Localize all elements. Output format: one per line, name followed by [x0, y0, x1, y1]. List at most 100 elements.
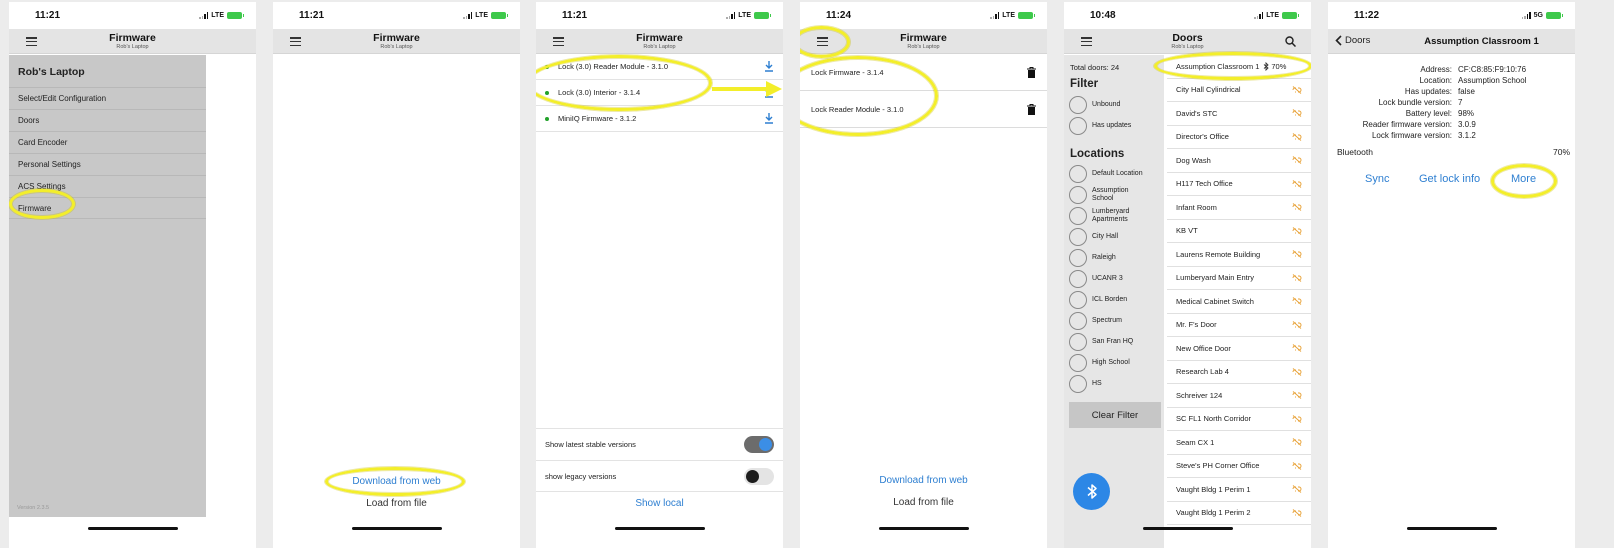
phone-menu: 11:21 LTE Firmware Rob's Laptop Rob's La… — [9, 2, 256, 548]
back-button[interactable]: Doors — [1335, 35, 1370, 46]
door-row-first[interactable]: Assumption Classroom 1 70% — [1167, 55, 1311, 79]
door-row[interactable]: Medical Cabinet Switch — [1167, 290, 1311, 314]
door-row[interactable]: David's STC — [1167, 102, 1311, 126]
door-row[interactable]: SC FL1 North Corridor — [1167, 408, 1311, 431]
location-option[interactable]: Raleigh — [1069, 249, 1144, 267]
load-from-file-button[interactable]: Load from file — [273, 498, 520, 509]
info-row: Battery level: 98% — [1328, 108, 1575, 119]
door-row[interactable]: Research Lab 4 — [1167, 361, 1311, 384]
door-row[interactable]: Mr. F's Door — [1167, 314, 1311, 337]
status-bar: 11:21 LTE — [536, 2, 783, 29]
phone-door-detail: 11:22 5G Doors Assumption Classroom 1 Ad… — [1328, 2, 1575, 548]
location-option[interactable]: UCANR 3 — [1069, 270, 1144, 288]
location-label: San Fran HQ — [1092, 337, 1134, 345]
menu-item-personal-settings[interactable]: Personal Settings — [9, 153, 206, 175]
door-row[interactable]: Steve's PH Corner Office — [1167, 455, 1311, 478]
network-label: LTE — [738, 12, 751, 19]
door-row[interactable]: Infant Room — [1167, 196, 1311, 220]
door-row[interactable]: New Office Door — [1167, 337, 1311, 361]
more-button[interactable]: More — [1511, 173, 1536, 185]
location-option[interactable]: HS — [1069, 375, 1144, 393]
door-row[interactable]: Vaught Bldg 1 Perim 1 — [1167, 478, 1311, 502]
status-bar: 11:21 LTE — [9, 2, 256, 29]
battery-icon — [754, 12, 771, 19]
load-from-file-button[interactable]: Load from file — [800, 497, 1047, 508]
door-row[interactable]: Laurens Remote Building — [1167, 243, 1311, 267]
door-row[interactable]: City Hall Cylindrical — [1167, 79, 1311, 102]
status-icons: LTE — [726, 12, 771, 19]
bluetooth-row: Bluetooth 70% — [1337, 147, 1570, 157]
side-menu: Rob's Laptop Select/Edit Configuration D… — [9, 55, 206, 517]
menu-item-doors[interactable]: Doors — [9, 109, 206, 131]
nav-title: Firmware — [636, 32, 683, 44]
search-icon[interactable] — [1285, 36, 1296, 47]
show-local-link[interactable]: Show local — [536, 498, 783, 509]
door-name: Vaught Bldg 1 Perim 1 — [1176, 484, 1251, 494]
location-option[interactable]: Lumberyard Apartments — [1069, 207, 1144, 225]
location-option[interactable]: Spectrum — [1069, 312, 1144, 330]
get-lock-info-button[interactable]: Get lock info — [1419, 173, 1480, 185]
download-from-web-link[interactable]: Download from web — [273, 476, 520, 487]
firmware-item[interactable]: MiniIQ Firmware - 3.1.2 — [536, 106, 783, 132]
signal-icon — [199, 12, 209, 19]
lock-firmware-item[interactable]: Lock Firmware - 3.1.4 — [800, 54, 1047, 91]
door-row[interactable]: Dog Wash — [1167, 149, 1311, 173]
door-row[interactable]: Schreiver 124 — [1167, 384, 1311, 408]
door-row[interactable]: Seam CX 1 — [1167, 431, 1311, 455]
location-option[interactable]: Assumption School — [1069, 186, 1144, 204]
location-option[interactable]: High School — [1069, 354, 1144, 372]
radio-circle — [1069, 228, 1087, 246]
menu-item-card-encoder[interactable]: Card Encoder — [9, 131, 206, 153]
radio-circle — [1069, 117, 1087, 135]
info-label: Lock firmware version: — [1371, 131, 1452, 140]
menu-item-acs-settings[interactable]: ACS Settings — [9, 175, 206, 197]
radio-circle — [1069, 186, 1087, 204]
door-row[interactable]: Director's Office — [1167, 126, 1311, 149]
filter-option-has-updates[interactable]: Has updates — [1069, 117, 1131, 135]
radio-circle — [1069, 354, 1087, 372]
legacy-versions-toggle[interactable] — [744, 467, 774, 485]
home-indicator — [878, 527, 969, 530]
download-icon[interactable] — [764, 113, 774, 124]
signal-icon — [463, 12, 473, 19]
network-label: LTE — [1002, 12, 1015, 19]
download-from-web-link[interactable]: Download from web — [800, 475, 1047, 486]
info-value: false — [1458, 87, 1475, 96]
info-label: Lock bundle version: — [1378, 98, 1452, 107]
radio-circle — [1069, 165, 1087, 183]
door-row[interactable]: Vaught Bldg 1 Perim 2 — [1167, 502, 1311, 525]
door-row[interactable]: Lumberyard Main Entry — [1167, 267, 1311, 290]
location-option[interactable]: City Hall — [1069, 228, 1144, 246]
door-row[interactable]: KB VT — [1167, 220, 1311, 243]
menu-item-select-config[interactable]: Select/Edit Configuration — [9, 87, 206, 109]
trash-icon[interactable] — [1027, 66, 1036, 78]
location-label: UCANR 3 — [1092, 274, 1123, 282]
link-off-icon — [1292, 320, 1302, 329]
trash-icon[interactable] — [1027, 103, 1036, 115]
clear-filter-button[interactable]: Clear Filter — [1069, 402, 1161, 428]
radio-circle — [1069, 291, 1087, 309]
lock-firmware-item[interactable]: Lock Reader Module - 3.1.0 — [800, 91, 1047, 128]
radio-circle — [1069, 207, 1087, 225]
network-label: LTE — [475, 12, 488, 19]
toggle-knob — [746, 469, 759, 483]
stable-versions-toggle[interactable] — [744, 436, 774, 453]
bluetooth-button[interactable] — [1073, 473, 1110, 510]
door-name: Mr. F's Door — [1176, 320, 1217, 330]
nav-subtitle: Rob's Laptop — [1171, 44, 1204, 50]
firmware-item[interactable]: Lock (3.0) Reader Module - 3.1.0 — [536, 54, 783, 80]
link-off-icon — [1292, 344, 1302, 353]
download-icon[interactable] — [764, 61, 774, 72]
legacy-versions-row: show legacy versions — [536, 460, 783, 492]
location-option[interactable]: Default Location — [1069, 165, 1144, 183]
sync-button[interactable]: Sync — [1365, 173, 1389, 185]
home-indicator — [351, 527, 442, 530]
door-row[interactable]: H117 Tech Office — [1167, 173, 1311, 196]
location-option[interactable]: ICL Borden — [1069, 291, 1144, 309]
filter-option-unbound[interactable]: Unbound — [1069, 96, 1131, 114]
status-bar: 11:24 LTE — [800, 2, 1047, 29]
link-off-icon — [1292, 132, 1302, 141]
info-value: 98% — [1458, 109, 1475, 118]
location-option[interactable]: San Fran HQ — [1069, 333, 1144, 351]
menu-item-firmware[interactable]: Firmware — [9, 197, 206, 219]
